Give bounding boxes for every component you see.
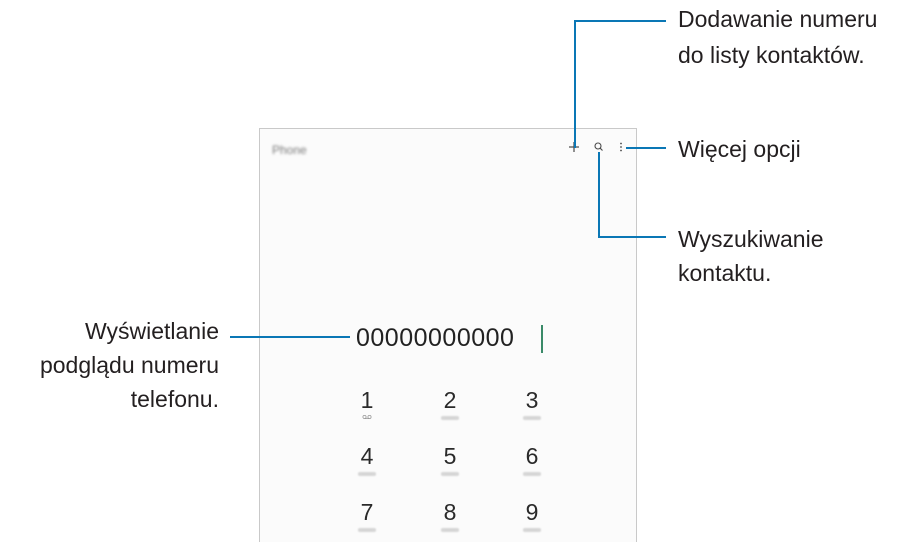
- callout-add-contact-line1: Dodawanie numeru: [678, 6, 878, 32]
- more-vertical-icon[interactable]: [616, 139, 626, 155]
- key-digit: 5: [443, 443, 457, 469]
- key-letters: [523, 528, 541, 532]
- callout-add-contact-line2: do listy kontaktów.: [678, 42, 865, 68]
- callout-search-line2: kontaktu.: [678, 260, 772, 286]
- callout-preview-line3: telefonu.: [130, 386, 219, 412]
- key-letters: [523, 472, 541, 476]
- key-letters: [441, 472, 459, 476]
- key-digit: 7: [360, 499, 374, 525]
- callout-line-preview: [230, 336, 350, 338]
- key-digit: 8: [443, 499, 457, 525]
- callout-more-options: Więcej opcji: [678, 136, 801, 162]
- manual-illustration: Phone 00000000000 1 2 3 4 5 6 7 8 9 Doda…: [0, 0, 909, 542]
- keypad-key-4[interactable]: 4: [337, 443, 397, 493]
- number-display[interactable]: 00000000000: [356, 322, 514, 354]
- callout-line-add-horizontal: [574, 20, 666, 22]
- callout-preview-line2: podglądu numeru: [39, 352, 219, 378]
- key-digit: 1: [360, 387, 374, 413]
- key-digit: 6: [525, 443, 539, 469]
- key-digit: 9: [525, 499, 539, 525]
- keypad-key-1[interactable]: 1: [337, 387, 397, 437]
- key-digit: 2: [443, 387, 457, 413]
- callout-line-more: [626, 147, 666, 149]
- key-digit: 4: [360, 443, 374, 469]
- keypad-key-5[interactable]: 5: [420, 443, 480, 493]
- phone-dialer-screen: Phone 00000000000 1 2 3 4 5 6 7 8 9: [259, 128, 637, 542]
- key-digit: 3: [525, 387, 539, 413]
- text-caret: [541, 325, 543, 353]
- voicemail-icon: [337, 414, 397, 422]
- keypad-key-8[interactable]: 8: [420, 499, 480, 542]
- keypad-key-2[interactable]: 2: [420, 387, 480, 437]
- keypad-key-3[interactable]: 3: [502, 387, 562, 437]
- app-title: Phone: [272, 143, 307, 157]
- keypad-key-7[interactable]: 7: [337, 499, 397, 542]
- keypad-key-6[interactable]: 6: [502, 443, 562, 493]
- key-letters: [441, 416, 459, 420]
- key-letters: [358, 528, 376, 532]
- key-letters: [441, 528, 459, 532]
- keypad-key-9[interactable]: 9: [502, 499, 562, 542]
- callout-preview-line1: Wyświetlanie: [84, 318, 219, 344]
- callout-search-line1: Wyszukiwanie: [678, 226, 824, 252]
- key-letters: [523, 416, 541, 420]
- callout-line-search-horizontal: [598, 236, 666, 238]
- key-letters: [358, 472, 376, 476]
- callout-line-search-vertical: [598, 152, 600, 238]
- callout-line-add-vertical: [574, 20, 576, 148]
